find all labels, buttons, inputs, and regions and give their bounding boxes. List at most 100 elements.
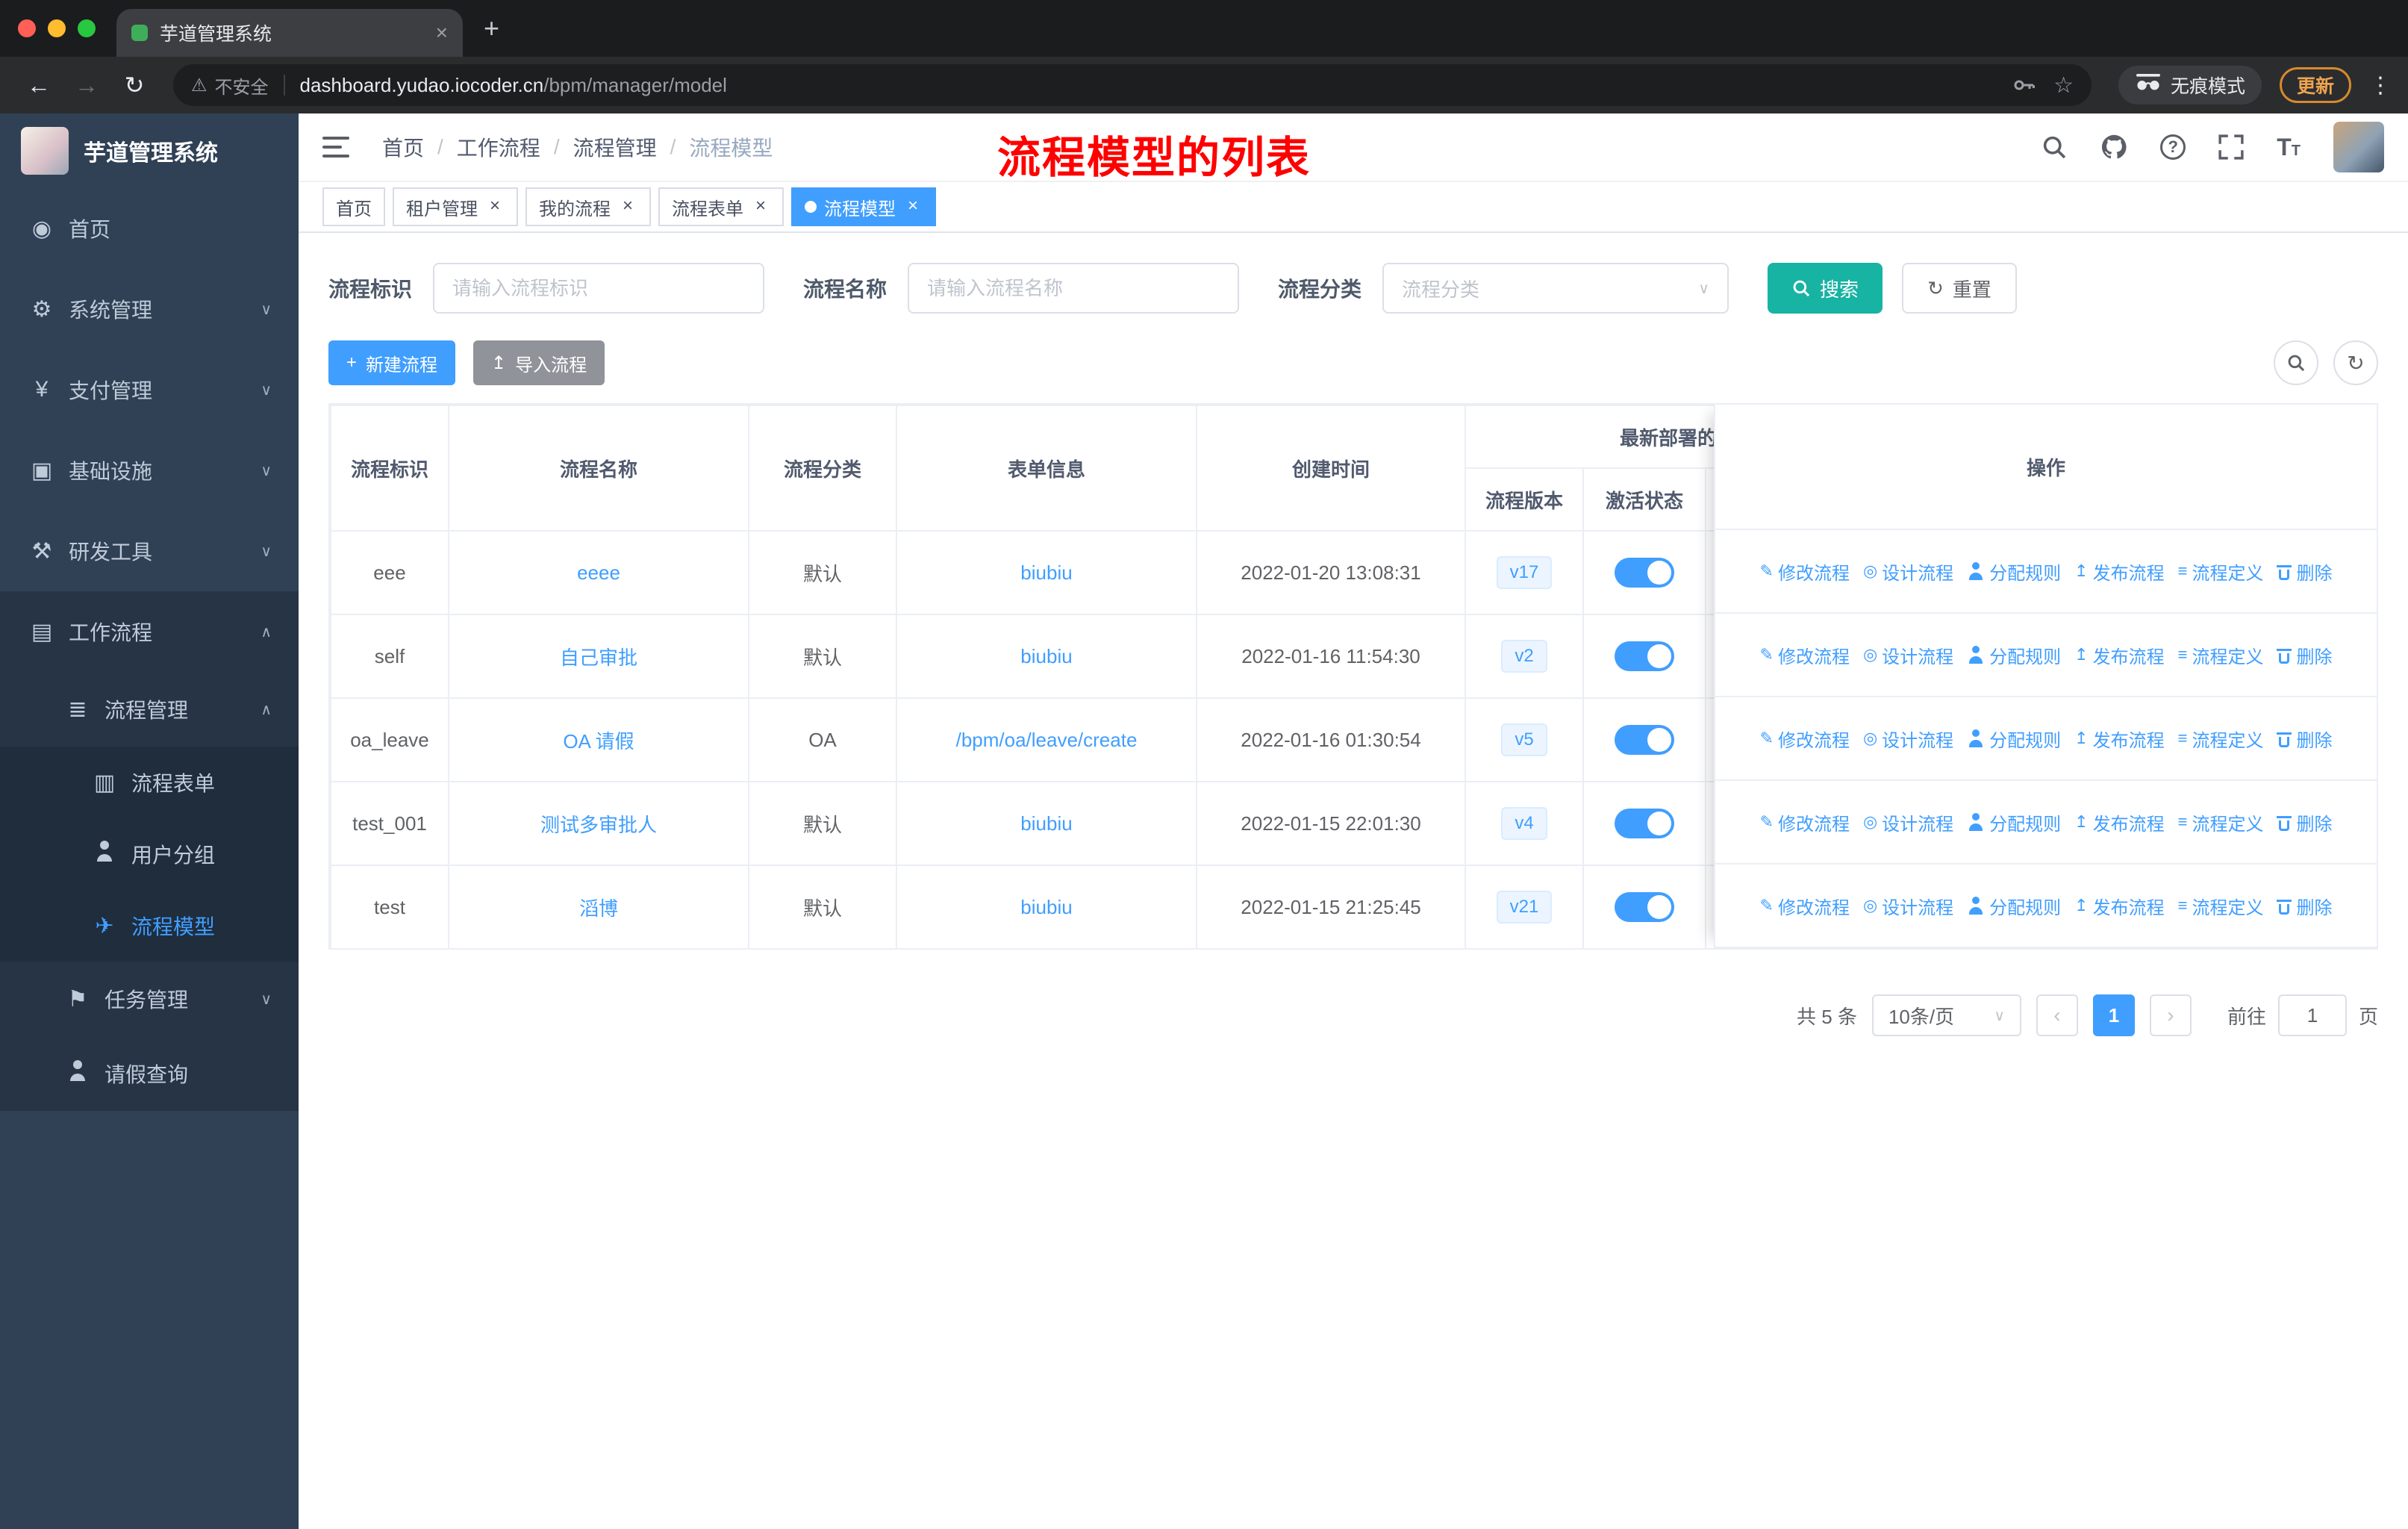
sidebar-item-process-form[interactable]: ▥ 流程表单 <box>0 747 299 818</box>
action-edit-link[interactable]: ✎ 修改流程 <box>1760 893 1850 919</box>
model-name-link[interactable]: OA 请假 <box>563 730 634 753</box>
action-design-link[interactable]: ◎ 设计流程 <box>1863 726 1953 752</box>
tag-my-process[interactable]: 我的流程 × <box>525 187 651 226</box>
next-page-button[interactable]: › <box>2149 994 2192 1036</box>
close-window-button[interactable] <box>18 19 36 37</box>
page-size-select[interactable]: 10条/页 ∨ <box>1871 994 2021 1036</box>
model-name-link[interactable]: eeee <box>577 561 620 584</box>
action-delete-link[interactable]: 删除 <box>2277 642 2332 668</box>
avatar[interactable] <box>2333 122 2384 172</box>
sidebar-item-home[interactable]: ◉ 首页 <box>0 188 299 269</box>
sidebar-item-infrastructure[interactable]: ▣ 基础设施 ∨ <box>0 430 299 511</box>
github-icon[interactable] <box>2100 134 2127 161</box>
active-toggle[interactable] <box>1615 809 1674 838</box>
action-design-link[interactable]: ◎ 设计流程 <box>1863 893 1953 919</box>
sidebar-item-process-model[interactable]: ✈ 流程模型 <box>0 890 299 962</box>
import-process-button[interactable]: ↥ 导入流程 <box>473 340 605 385</box>
action-definition-link[interactable]: ≡ 流程定义 <box>2178 809 2264 835</box>
fullscreen-icon[interactable] <box>2218 134 2244 160</box>
active-toggle[interactable] <box>1615 558 1674 588</box>
tag-home[interactable]: 首页 <box>322 187 385 226</box>
goto-page-input[interactable] <box>2277 994 2347 1036</box>
breadcrumb-item[interactable]: 工作流程 <box>457 132 540 162</box>
action-delete-link[interactable]: 删除 <box>2277 809 2332 835</box>
forward-icon[interactable]: → <box>66 72 107 99</box>
key-icon[interactable] <box>2012 73 2036 97</box>
action-design-link[interactable]: ◎ 设计流程 <box>1863 558 1953 585</box>
create-process-button[interactable]: + 新建流程 <box>328 340 456 385</box>
action-publish-link[interactable]: ↥ 发布流程 <box>2074 558 2164 585</box>
action-design-link[interactable]: ◎ 设计流程 <box>1863 809 1953 835</box>
browser-tab[interactable]: 芋道管理系统 × <box>116 9 463 57</box>
breadcrumb-item[interactable]: 首页 <box>382 132 424 162</box>
form-link[interactable]: /bpm/oa/leave/create <box>956 729 1138 751</box>
search-button[interactable]: 搜索 <box>1768 263 1883 314</box>
action-assign-link[interactable]: 分配规则 <box>1967 558 2061 585</box>
active-toggle[interactable] <box>1615 725 1674 755</box>
active-toggle[interactable] <box>1615 892 1674 922</box>
zoom-window-button[interactable] <box>78 19 96 37</box>
current-page-button[interactable]: 1 <box>2092 994 2135 1036</box>
sidebar-item-system[interactable]: ⚙ 系统管理 ∨ <box>0 269 299 349</box>
close-icon[interactable]: × <box>751 197 770 217</box>
reset-button[interactable]: ↻ 重置 <box>1902 263 2017 314</box>
sidebar-item-leave-query[interactable]: 请假查询 <box>0 1036 299 1111</box>
process-name-input[interactable] <box>908 263 1240 314</box>
close-icon[interactable]: × <box>618 197 637 217</box>
security-indicator[interactable]: ⚠ 不安全 <box>191 72 269 99</box>
action-definition-link[interactable]: ≡ 流程定义 <box>2178 558 2264 585</box>
action-edit-link[interactable]: ✎ 修改流程 <box>1760 809 1850 835</box>
form-link[interactable]: biubiu <box>1020 645 1072 667</box>
action-assign-link[interactable]: 分配规则 <box>1967 809 2061 835</box>
action-assign-link[interactable]: 分配规则 <box>1967 726 2061 752</box>
bookmark-star-icon[interactable]: ☆ <box>2053 72 2074 99</box>
action-publish-link[interactable]: ↥ 发布流程 <box>2074 642 2164 668</box>
close-icon[interactable]: × <box>485 197 505 217</box>
action-delete-link[interactable]: 删除 <box>2277 893 2332 919</box>
action-assign-link[interactable]: 分配规则 <box>1967 893 2061 919</box>
browser-menu-icon[interactable]: ⋮ <box>2369 72 2392 99</box>
help-icon[interactable]: ? <box>2160 134 2186 160</box>
address-bar[interactable]: ⚠ 不安全 dashboard.yudao.iocoder.cn /bpm/ma… <box>173 64 2092 106</box>
prev-page-button[interactable]: ‹ <box>2036 994 2078 1036</box>
app-logo[interactable]: 芋道管理系统 <box>0 113 299 188</box>
tab-close-icon[interactable]: × <box>436 21 448 45</box>
action-delete-link[interactable]: 删除 <box>2277 558 2332 585</box>
action-definition-link[interactable]: ≡ 流程定义 <box>2178 642 2264 668</box>
sidebar-item-task-management[interactable]: ⚑ 任务管理 ∨ <box>0 962 299 1036</box>
action-definition-link[interactable]: ≡ 流程定义 <box>2178 726 2264 752</box>
form-link[interactable]: biubiu <box>1020 812 1072 835</box>
minimize-window-button[interactable] <box>48 19 66 37</box>
form-link[interactable]: biubiu <box>1020 896 1072 918</box>
tag-process-model[interactable]: 流程模型 × <box>791 187 936 226</box>
action-publish-link[interactable]: ↥ 发布流程 <box>2074 893 2164 919</box>
update-button[interactable]: 更新 <box>2279 67 2351 103</box>
action-edit-link[interactable]: ✎ 修改流程 <box>1760 726 1850 752</box>
close-icon[interactable]: × <box>903 197 923 217</box>
model-name-link[interactable]: 滔博 <box>579 897 618 920</box>
sidebar-item-process-management[interactable]: ≣ 流程管理 ∧ <box>0 672 299 747</box>
action-design-link[interactable]: ◎ 设计流程 <box>1863 642 1953 668</box>
search-icon[interactable] <box>2041 134 2068 161</box>
action-edit-link[interactable]: ✎ 修改流程 <box>1760 558 1850 585</box>
sidebar-item-payment[interactable]: ¥ 支付管理 ∨ <box>0 349 299 430</box>
collapse-sidebar-icon[interactable] <box>322 137 352 158</box>
sidebar-item-devtools[interactable]: ⚒ 研发工具 ∨ <box>0 511 299 591</box>
process-key-input[interactable] <box>433 263 765 314</box>
new-tab-button[interactable]: + <box>484 13 499 44</box>
action-definition-link[interactable]: ≡ 流程定义 <box>2178 893 2264 919</box>
breadcrumb-item[interactable]: 流程管理 <box>573 132 657 162</box>
action-publish-link[interactable]: ↥ 发布流程 <box>2074 809 2164 835</box>
font-size-icon[interactable]: TT <box>2277 134 2301 161</box>
tag-process-form[interactable]: 流程表单 × <box>658 187 784 226</box>
model-name-link[interactable]: 测试多审批人 <box>540 814 657 836</box>
process-category-select[interactable]: 流程分类 ∨ <box>1382 263 1729 314</box>
model-name-link[interactable]: 自己审批 <box>560 647 637 669</box>
action-edit-link[interactable]: ✎ 修改流程 <box>1760 642 1850 668</box>
refresh-table-button[interactable]: ↻ <box>2333 340 2378 385</box>
action-delete-link[interactable]: 删除 <box>2277 726 2332 752</box>
action-assign-link[interactable]: 分配规则 <box>1967 642 2061 668</box>
form-link[interactable]: biubiu <box>1020 561 1072 584</box>
toggle-search-button[interactable] <box>2274 340 2318 385</box>
active-toggle[interactable] <box>1615 641 1674 671</box>
